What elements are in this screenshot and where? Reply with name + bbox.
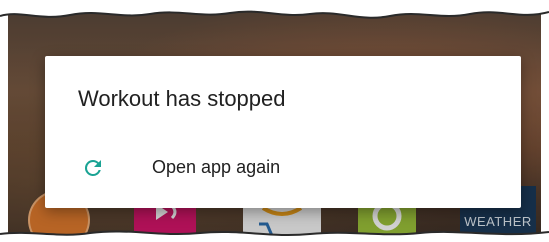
dialog-title: Workout has stopped [78,86,286,111]
torn-edge-top [0,0,549,19]
open-app-again-button[interactable]: Open app again [45,144,521,192]
screenshot-frame: WEATHER Workout has stopped Open app aga… [0,0,549,242]
app-stopped-dialog: Workout has stopped Open app again [45,56,521,208]
refresh-icon [84,159,101,176]
torn-edge-bottom [0,230,549,242]
open-app-again-label: Open app again [152,157,281,177]
